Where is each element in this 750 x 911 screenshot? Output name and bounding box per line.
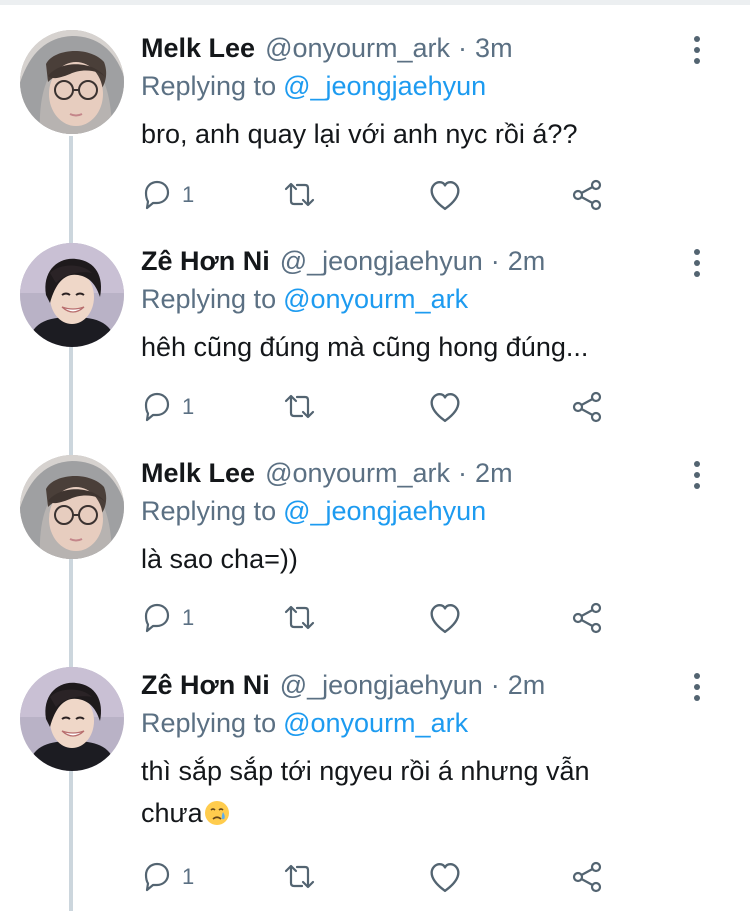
tweet-actions: 1 [0,598,750,638]
like-icon [430,181,460,211]
author-handle[interactable]: @_jeongjaehyun [280,246,483,277]
tweet-text-line: chưa [141,792,730,834]
more-options-icon[interactable] [691,36,703,64]
reply-button[interactable]: 1 [142,598,194,638]
reply-icon [144,603,170,633]
like-icon [430,604,460,634]
reply-count: 1 [182,394,195,419]
author-name[interactable]: Zê Hơn Ni [141,246,270,277]
avatar[interactable] [20,30,124,134]
timestamp[interactable]: 3m [475,33,513,64]
replying-to-line: Replying to @onyourm_ark [141,282,730,316]
tweet-text: là sao cha=)) [141,544,298,574]
more-options-icon[interactable] [691,249,703,277]
timestamp[interactable]: 2m [508,246,546,277]
more-options-icon[interactable] [691,461,703,489]
replying-to-label: Replying to [141,70,277,101]
retweet-icon [284,394,315,419]
share-icon [572,602,602,634]
replying-to-line: Replying to @onyourm_ark [141,706,730,740]
separator-dot: · [490,669,500,700]
separator-dot: · [490,245,500,276]
retweet-button[interactable] [284,598,316,638]
reply-count: 1 [182,182,195,207]
tweet-actions: 1 [0,175,750,215]
tweet-text: hêh cũng đúng mà cũng hong đúng... [141,332,589,362]
tweet-text-fragment: chưa [141,798,203,828]
reply-button[interactable]: 1 [142,857,194,897]
reply-icon [144,392,170,422]
separator-dot: · [458,32,468,63]
reply-button[interactable]: 1 [142,175,194,215]
tweet-actions: 1 [0,387,750,427]
mention-link[interactable]: @onyourm_ark [283,708,468,739]
retweet-button[interactable] [284,857,316,897]
avatar[interactable] [20,455,124,559]
author-name[interactable]: Melk Lee [141,458,255,489]
like-icon [430,863,460,893]
tweet-text: bro, anh quay lại với anh nyc rồi á?? [141,119,578,149]
reply-button[interactable]: 1 [142,387,194,427]
separator-dot: · [458,457,468,488]
author-handle[interactable]: @onyourm_ark [265,33,450,64]
like-button[interactable] [429,175,461,215]
retweet-button[interactable] [284,387,316,427]
share-button[interactable] [572,857,604,897]
author-handle[interactable]: @_jeongjaehyun [280,670,483,701]
author-handle[interactable]: @onyourm_ark [265,458,450,489]
mention-link[interactable]: @_jeongjaehyun [283,496,486,527]
tweet-text: thì sắp sắp tới ngyeu rồi á nhưng vẫn ch… [141,750,730,834]
timestamp[interactable]: 2m [508,670,546,701]
like-button[interactable] [429,387,461,427]
avatar[interactable] [20,667,124,771]
share-icon [572,861,602,893]
like-button[interactable] [429,598,461,638]
author-name[interactable]: Zê Hơn Ni [141,670,270,701]
timestamp[interactable]: 2m [475,458,513,489]
share-button[interactable] [572,387,604,427]
retweet-icon [284,182,315,207]
reply-icon [144,180,170,210]
replying-to-label: Replying to [141,283,277,314]
tweet-actions: 1 [0,857,750,897]
replying-to-line: Replying to @_jeongjaehyun [141,69,730,103]
top-divider [0,0,750,5]
replying-to-line: Replying to @_jeongjaehyun [141,494,730,528]
reply-count: 1 [182,864,195,889]
share-icon [572,179,602,211]
like-icon [430,393,460,423]
mention-link[interactable]: @_jeongjaehyun [283,71,486,102]
tweet-text-line: thì sắp sắp tới ngyeu rồi á nhưng vẫn [141,756,590,786]
reply-icon [144,862,170,892]
like-button[interactable] [429,857,461,897]
reply-count: 1 [182,605,195,630]
retweet-icon [284,864,315,889]
retweet-button[interactable] [284,175,316,215]
mention-link[interactable]: @onyourm_ark [283,284,468,315]
replying-to-label: Replying to [141,495,277,526]
more-options-icon[interactable] [691,673,703,701]
retweet-icon [284,605,315,630]
crying-face-emoji [204,801,229,825]
replying-to-label: Replying to [141,707,277,738]
share-button[interactable] [572,175,604,215]
avatar[interactable] [20,243,124,347]
share-icon [572,391,602,423]
share-button[interactable] [572,598,604,638]
author-name[interactable]: Melk Lee [141,33,255,64]
